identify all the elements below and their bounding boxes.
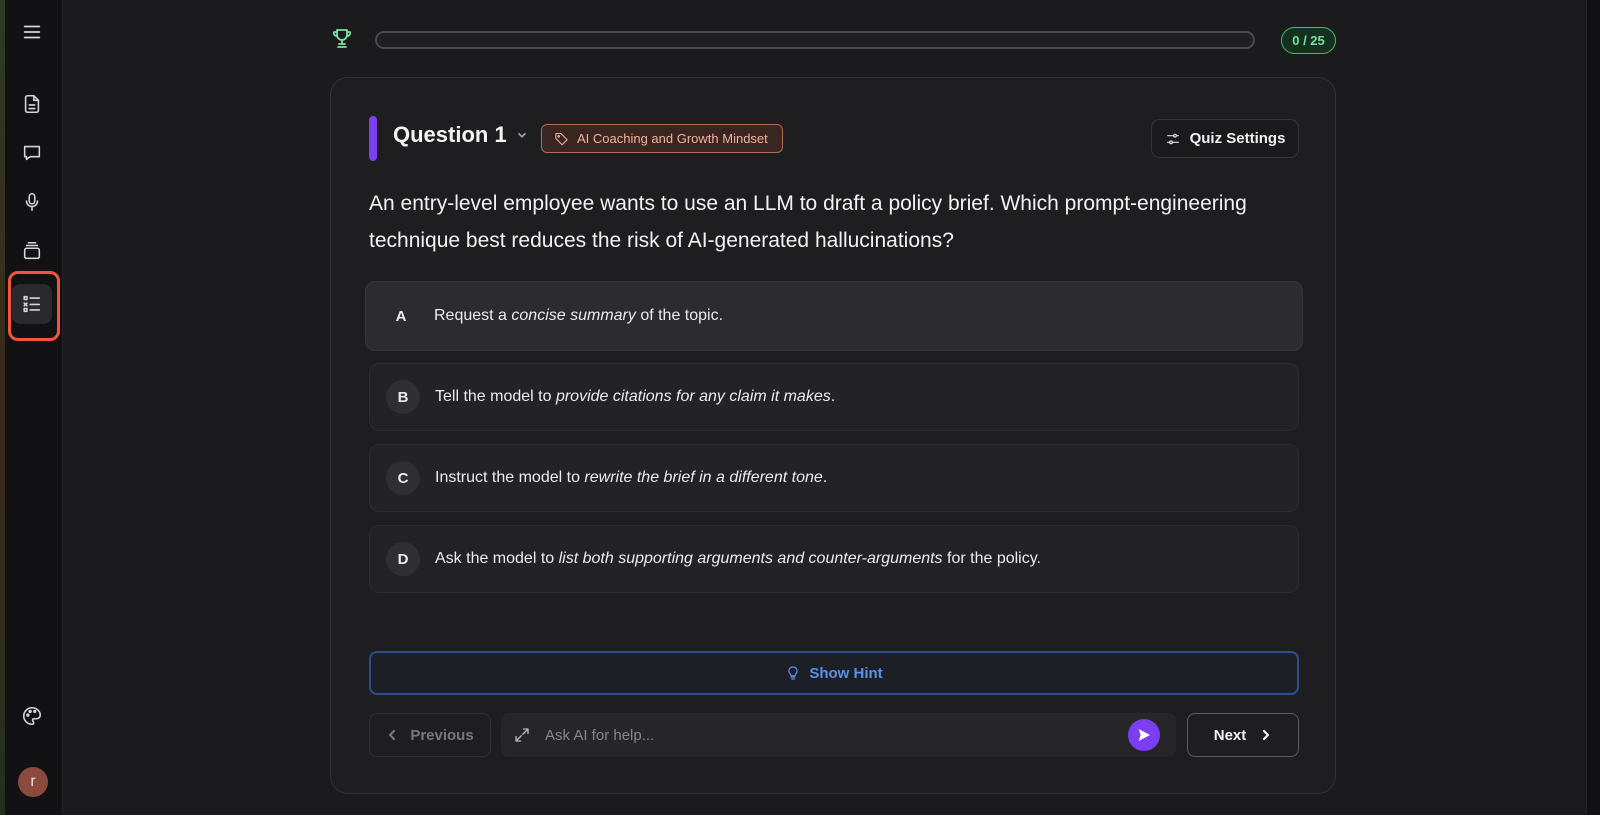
send-button[interactable] [1128, 719, 1160, 751]
trophy-icon [330, 26, 354, 52]
menu-icon[interactable] [12, 12, 52, 52]
quiz-settings-label: Quiz Settings [1189, 130, 1286, 147]
send-icon [1138, 729, 1150, 741]
question-accent-bar [369, 116, 377, 161]
sidebar-item-flashcards[interactable] [12, 231, 52, 271]
tag-icon [555, 132, 568, 146]
quiz-settings-button[interactable]: Quiz Settings [1151, 119, 1299, 158]
option-letter: C [386, 461, 420, 495]
ask-ai-input[interactable] [543, 713, 1128, 757]
option-text: Request a concise summary of the topic. [434, 307, 724, 324]
expand-icon[interactable] [501, 726, 543, 744]
sidebar: r [5, 0, 63, 815]
checklist-icon [23, 295, 41, 313]
previous-button[interactable]: Previous [369, 713, 491, 757]
sliders-icon [1166, 133, 1179, 144]
progress-bar [375, 31, 1255, 49]
option-letter: A [395, 307, 407, 325]
option-text: Instruct the model to rewrite the brief … [435, 469, 828, 486]
option-letter: B [386, 380, 420, 414]
window-edge [1586, 0, 1600, 815]
sidebar-item-documents[interactable] [12, 84, 52, 124]
question-text: An entry-level employee wants to use an … [369, 192, 1247, 252]
next-label: Next [1213, 726, 1247, 744]
answer-option-a[interactable]: A Request a concise summary of the topic… [365, 281, 1303, 351]
document-icon [24, 94, 40, 114]
answer-option-d[interactable]: D Ask the model to list both supporting … [369, 525, 1299, 593]
question-selector[interactable]: Question 1 [393, 122, 529, 148]
question-title: Question 1 [393, 122, 507, 147]
sidebar-item-voice[interactable] [12, 182, 52, 222]
avatar-initial: r [30, 773, 36, 790]
chevron-down-icon [515, 122, 529, 148]
theme-palette-icon[interactable] [12, 696, 52, 736]
ask-ai-bar [501, 713, 1176, 757]
question-card: Question 1 AI Coaching and Growth Mindse… [330, 77, 1336, 794]
show-hint-label: Show Hint [809, 664, 883, 682]
chat-bubble-icon [23, 145, 41, 161]
app-root: r 0 / 25 Question 1 AI Coaching and Grow… [0, 0, 1600, 815]
topic-tag-label: AI Coaching and Growth Mindset [577, 131, 768, 146]
answer-option-b[interactable]: B Tell the model to provide citations fo… [369, 363, 1299, 431]
progress-count-badge: 0 / 25 [1281, 27, 1336, 54]
answer-option-c[interactable]: C Instruct the model to rewrite the brie… [369, 444, 1299, 512]
previous-label: Previous [410, 726, 474, 744]
chevron-right-icon [1263, 729, 1270, 741]
show-hint-button[interactable]: Show Hint [369, 651, 1299, 695]
sidebar-item-chat[interactable] [12, 133, 52, 173]
chevron-left-icon [389, 729, 396, 741]
next-button[interactable]: Next [1187, 713, 1299, 757]
option-text: Ask the model to list both supporting ar… [435, 550, 1041, 567]
sidebar-item-quiz[interactable] [12, 284, 52, 324]
option-letter: D [386, 542, 420, 576]
microphone-icon [25, 192, 39, 212]
topic-tag: AI Coaching and Growth Mindset [541, 124, 783, 153]
card-stack-icon [23, 241, 41, 260]
avatar[interactable]: r [18, 767, 48, 797]
lightbulb-icon [788, 666, 798, 680]
option-text: Tell the model to provide citations for … [435, 388, 836, 405]
